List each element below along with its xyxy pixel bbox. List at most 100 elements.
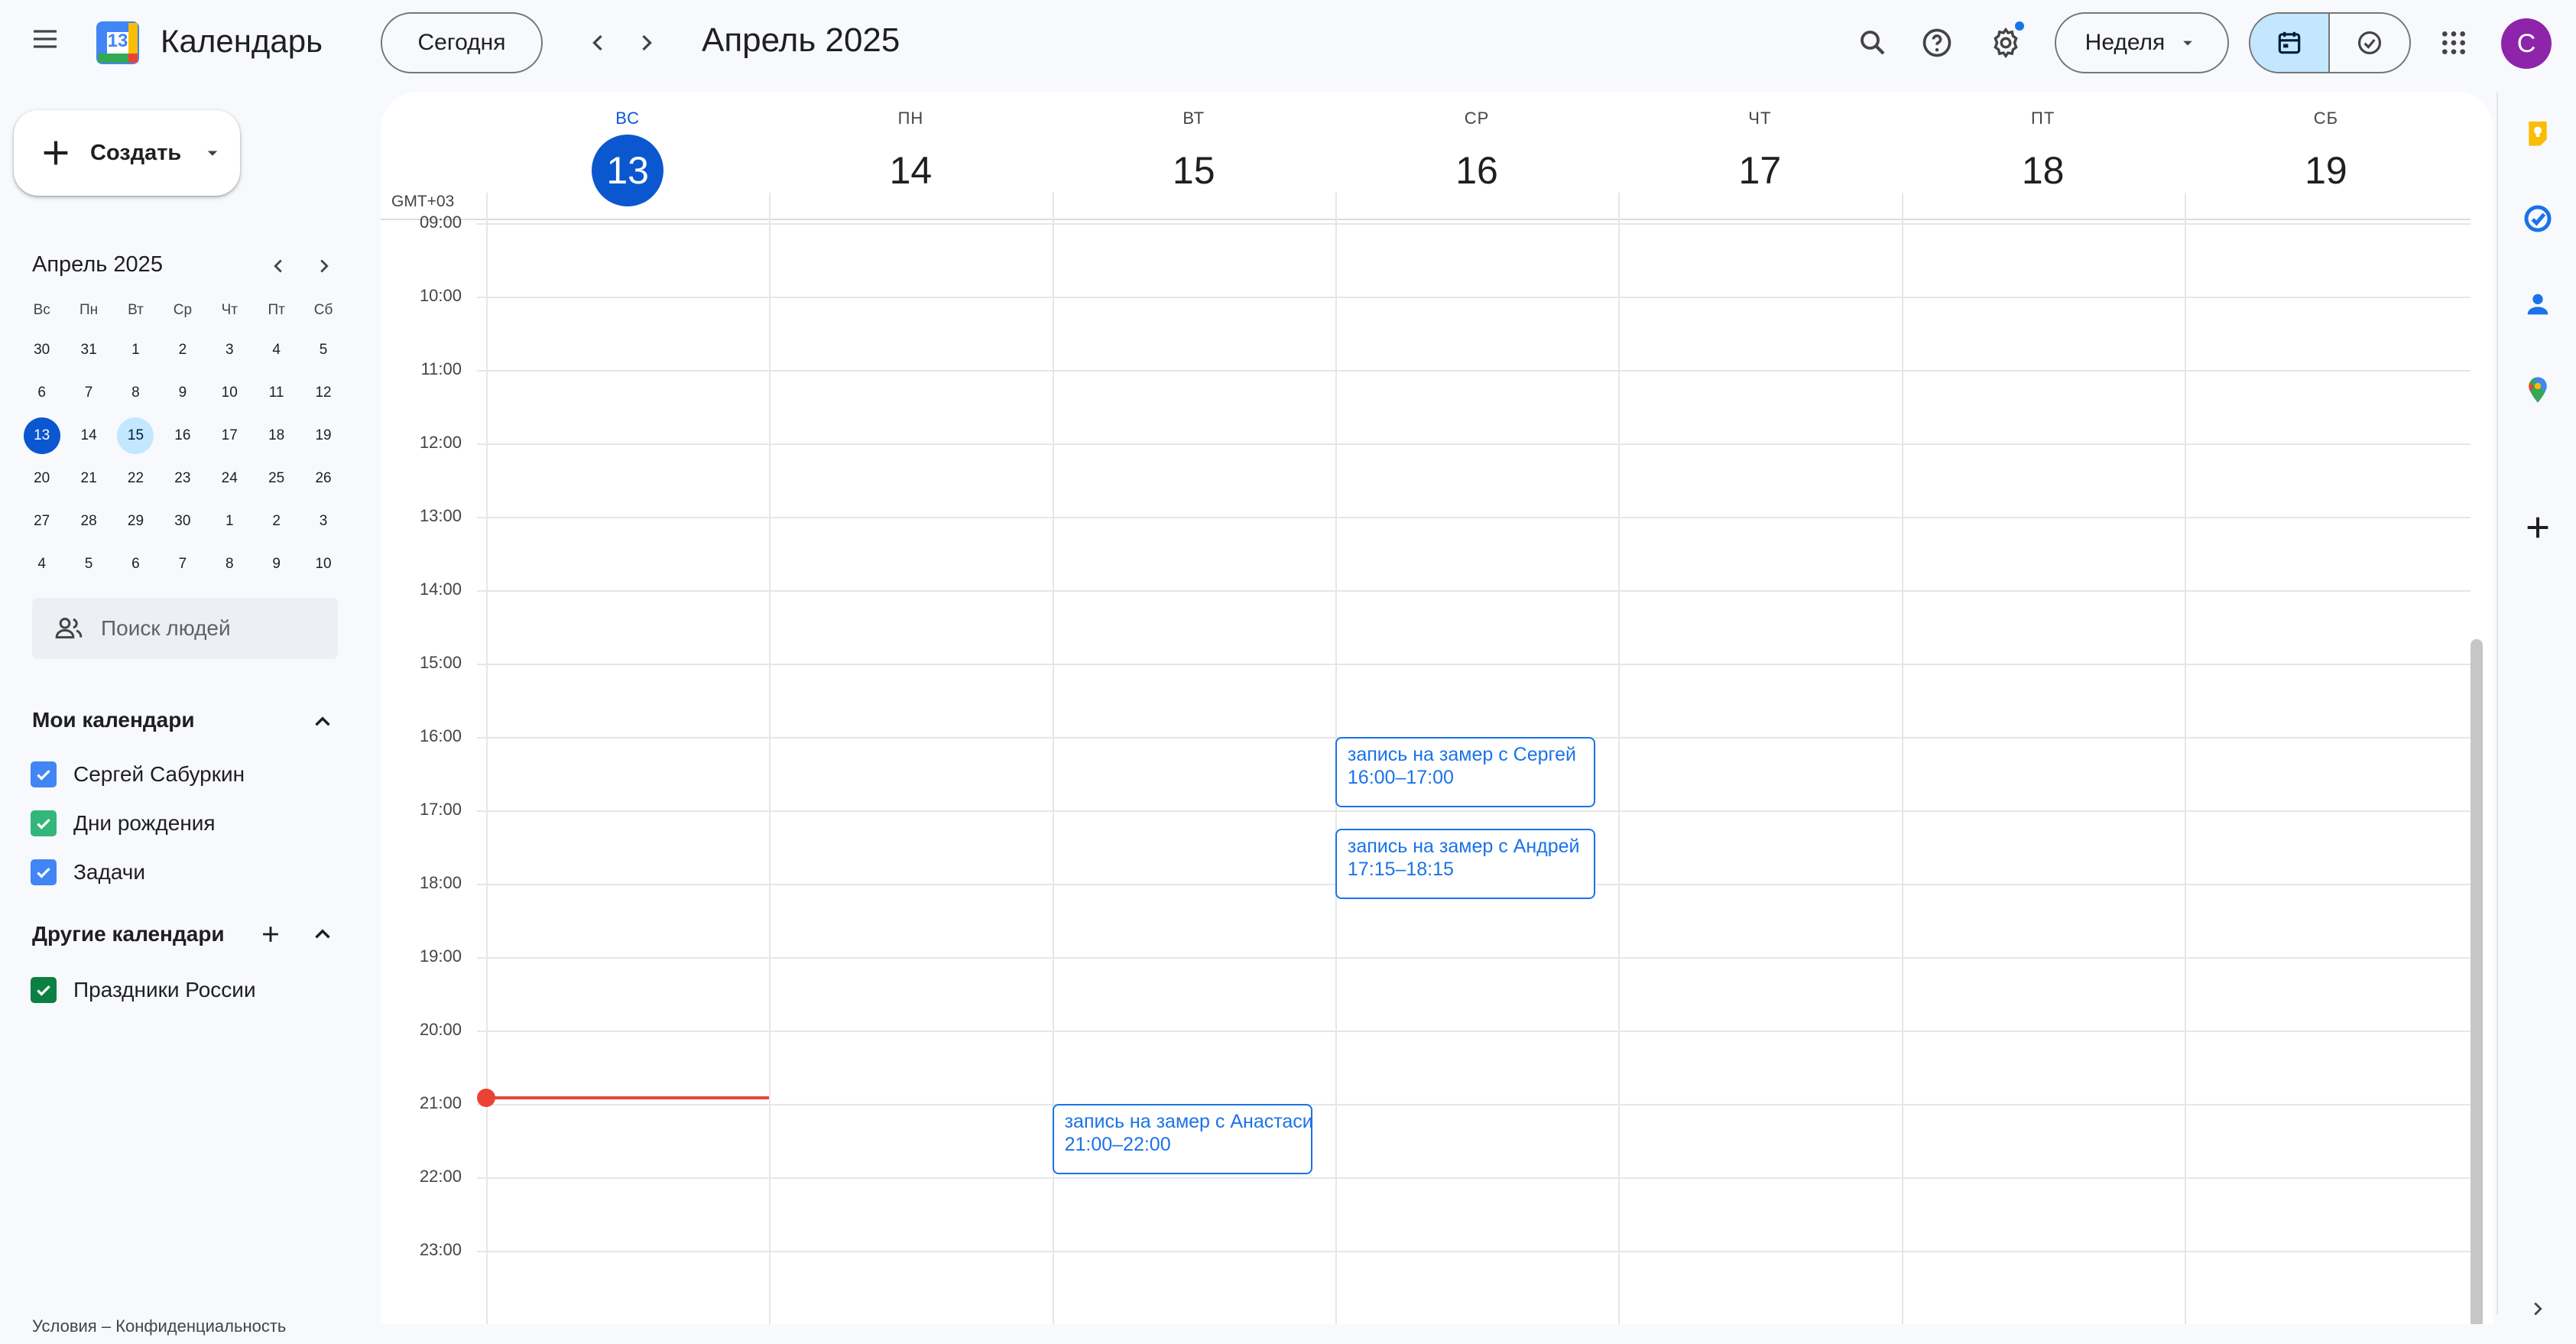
maps-icon[interactable]: [2522, 375, 2553, 405]
mini-day[interactable]: 2: [159, 329, 206, 372]
prev-period-button[interactable]: [575, 20, 621, 66]
mini-day[interactable]: 24: [206, 457, 253, 500]
mini-day[interactable]: 30: [159, 500, 206, 543]
mini-day[interactable]: 1: [206, 500, 253, 543]
mini-day[interactable]: 4: [253, 329, 300, 372]
mini-day[interactable]: 13: [18, 414, 65, 457]
mini-day-number: 6: [131, 556, 140, 572]
day-number[interactable]: 19: [2290, 135, 2362, 206]
day-header[interactable]: СБ 19: [2185, 92, 2467, 206]
today-button[interactable]: Сегодня: [381, 12, 543, 73]
mini-day[interactable]: 6: [112, 543, 159, 586]
day-number[interactable]: 18: [2007, 135, 2079, 206]
account-avatar[interactable]: С: [2501, 18, 2552, 69]
mini-day[interactable]: 29: [112, 500, 159, 543]
calendar-item[interactable]: Задачи: [31, 853, 145, 891]
calendar-item[interactable]: Дни рождения: [31, 804, 216, 842]
day-header[interactable]: ВТ 15: [1053, 92, 1335, 206]
view-select[interactable]: Неделя: [2055, 12, 2229, 73]
mini-day[interactable]: 1: [112, 329, 159, 372]
checkbox-checked-icon[interactable]: [31, 761, 57, 787]
mini-day[interactable]: 30: [18, 329, 65, 372]
mini-day[interactable]: 26: [300, 457, 346, 500]
mini-day[interactable]: 5: [65, 543, 112, 586]
day-number[interactable]: 13: [592, 135, 664, 206]
checkbox-checked-icon[interactable]: [31, 859, 57, 885]
mini-day[interactable]: 8: [112, 372, 159, 414]
tasks-icon[interactable]: [2522, 203, 2553, 234]
day-header[interactable]: СР 16: [1335, 92, 1618, 206]
next-period-button[interactable]: [624, 20, 670, 66]
calendar-item[interactable]: Сергей Сабуркин: [31, 755, 245, 794]
my-calendars-title[interactable]: Мои календари: [32, 708, 195, 732]
add-other-calendar-button[interactable]: [251, 914, 290, 954]
mini-day[interactable]: 22: [112, 457, 159, 500]
day-header[interactable]: ВС 13: [486, 92, 769, 206]
mini-day[interactable]: 11: [253, 372, 300, 414]
mini-day-number: 23: [174, 470, 191, 486]
mini-day[interactable]: 16: [159, 414, 206, 457]
calendar-logo[interactable]: 13: [93, 18, 142, 67]
settings-button[interactable]: [1978, 15, 2033, 70]
mini-day[interactable]: 14: [65, 414, 112, 457]
day-header[interactable]: ЧТ 17: [1618, 92, 1901, 206]
mini-day[interactable]: 10: [300, 543, 346, 586]
day-number[interactable]: 17: [1724, 135, 1796, 206]
help-button[interactable]: [1909, 15, 1964, 70]
mini-day[interactable]: 2: [253, 500, 300, 543]
day-number[interactable]: 15: [1158, 135, 1230, 206]
apps-button[interactable]: [2426, 15, 2481, 70]
my-calendars-collapse-button[interactable]: [303, 702, 342, 742]
mini-day[interactable]: 9: [253, 543, 300, 586]
keep-icon[interactable]: [2522, 118, 2553, 148]
mini-day[interactable]: 28: [65, 500, 112, 543]
mini-day[interactable]: 15: [112, 414, 159, 457]
calendar-item[interactable]: Праздники России: [31, 971, 256, 1009]
day-header[interactable]: ПТ 18: [1902, 92, 2185, 206]
mini-day[interactable]: 19: [300, 414, 346, 457]
mini-day[interactable]: 20: [18, 457, 65, 500]
mini-day[interactable]: 5: [300, 329, 346, 372]
calendar-event[interactable]: запись на замер с Андрей 17:15–18:15: [1335, 829, 1596, 899]
mini-day[interactable]: 31: [65, 329, 112, 372]
create-button[interactable]: Создать: [14, 110, 240, 196]
mini-day[interactable]: 27: [18, 500, 65, 543]
mini-day[interactable]: 10: [206, 372, 253, 414]
mini-next-month-button[interactable]: [306, 248, 342, 284]
scrollbar-track[interactable]: [2471, 639, 2483, 1324]
mini-day[interactable]: 9: [159, 372, 206, 414]
checkbox-checked-icon[interactable]: [31, 977, 57, 1003]
day-header[interactable]: ПН 14: [769, 92, 1052, 206]
calendar-event[interactable]: запись на замер с Сергей 16:00–17:00: [1335, 737, 1596, 807]
main-menu-button[interactable]: [17, 11, 73, 67]
tasks-view-toggle[interactable]: [2330, 14, 2409, 72]
mini-day[interactable]: 3: [206, 329, 253, 372]
other-calendars-title[interactable]: Другие календари: [32, 922, 225, 946]
calendar-event[interactable]: запись на замер с Анастасией 21:00–22:00: [1052, 1104, 1312, 1174]
mini-day[interactable]: 4: [18, 543, 65, 586]
privacy-link[interactable]: Конфиденциальность: [115, 1316, 286, 1336]
day-number[interactable]: 16: [1441, 135, 1513, 206]
other-calendars-collapse-button[interactable]: [303, 914, 342, 954]
mini-day[interactable]: 23: [159, 457, 206, 500]
checkbox-checked-icon[interactable]: [31, 810, 57, 836]
terms-link[interactable]: Условия: [32, 1316, 97, 1336]
mini-prev-month-button[interactable]: [260, 248, 297, 284]
calendar-view-toggle[interactable]: [2250, 14, 2331, 72]
mini-day[interactable]: 25: [253, 457, 300, 500]
people-search[interactable]: Поиск людей: [32, 598, 338, 659]
add-icon[interactable]: [2522, 512, 2553, 543]
mini-day[interactable]: 7: [159, 543, 206, 586]
mini-day[interactable]: 18: [253, 414, 300, 457]
expand-panel-button[interactable]: [2522, 1294, 2553, 1324]
search-button[interactable]: [1845, 15, 1900, 70]
mini-day[interactable]: 17: [206, 414, 253, 457]
mini-day[interactable]: 8: [206, 543, 253, 586]
mini-day[interactable]: 3: [300, 500, 346, 543]
contacts-icon[interactable]: [2522, 289, 2553, 320]
mini-day[interactable]: 7: [65, 372, 112, 414]
day-number[interactable]: 14: [874, 135, 946, 206]
mini-day[interactable]: 12: [300, 372, 346, 414]
mini-day[interactable]: 21: [65, 457, 112, 500]
mini-day[interactable]: 6: [18, 372, 65, 414]
